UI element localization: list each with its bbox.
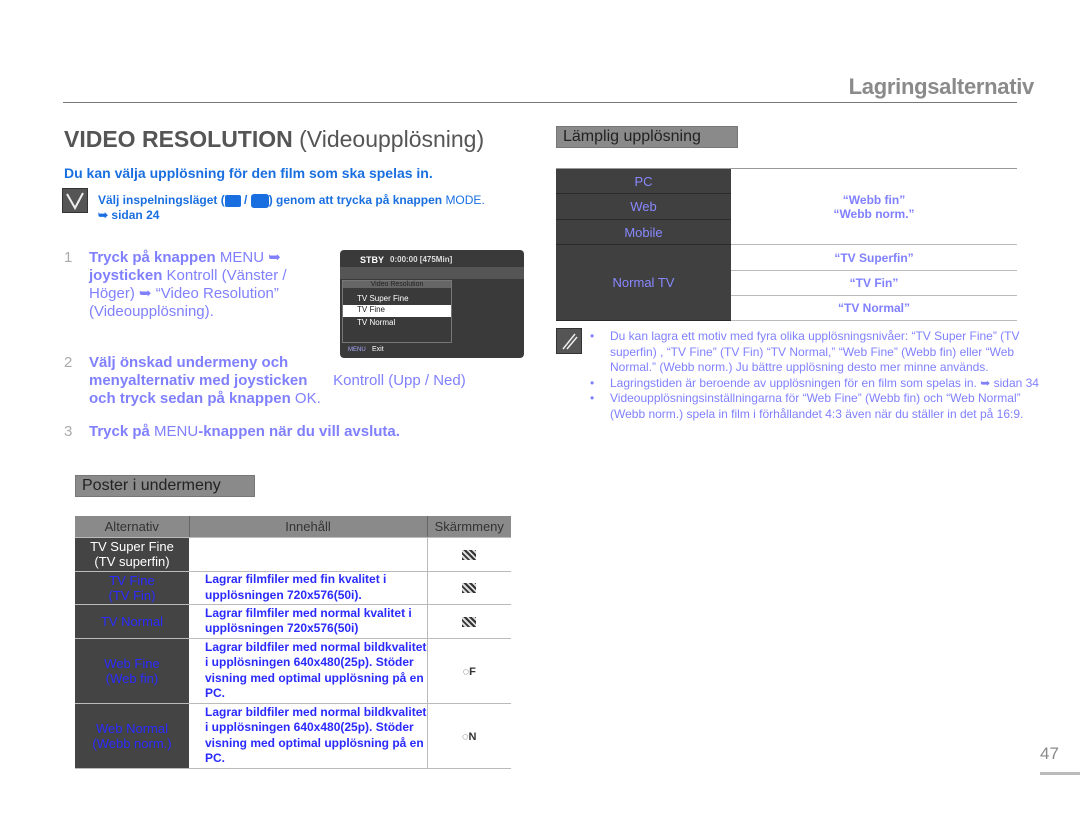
precheck-note: Välj inspelningsläget ( / ) genom att tr… bbox=[98, 193, 485, 223]
setting: “TV Normal” bbox=[731, 295, 1017, 321]
device-mobile: Mobile bbox=[556, 219, 731, 245]
step-text: -knappen när du vill avsluta. bbox=[198, 423, 400, 440]
screen-item-selected: TV Fine bbox=[343, 305, 451, 317]
screen-time: 0:00:00 [475Min] bbox=[390, 255, 453, 264]
screen-exit-label: Exit bbox=[372, 346, 384, 353]
suitable-heading: Lämplig upplösning bbox=[556, 126, 738, 148]
step-num: 2 bbox=[64, 354, 73, 371]
table-row: TV Super Fine (TV superfin) bbox=[75, 537, 511, 572]
intro-text: Du kan välja upplösning för den film som… bbox=[64, 165, 433, 181]
step-3: 3 Tryck på MENU-knappen när du vill avslu… bbox=[64, 423, 494, 441]
note-item: Videoupplösningsinställningarna för “Web… bbox=[590, 391, 1040, 422]
step-text: Tryck på knappen bbox=[89, 249, 220, 266]
col-header: Skärmmeny bbox=[426, 516, 511, 538]
setting: “Webb norm.” bbox=[833, 206, 915, 221]
web-normal-icon: ◌N bbox=[462, 730, 477, 743]
option-content: Lagrar filmfiler med fin kvalitet i uppl… bbox=[189, 571, 427, 605]
screen-menu-title: Video Resolution bbox=[343, 281, 451, 288]
step-text: Kontroll (Upp / Ned) bbox=[329, 372, 466, 389]
checkmark-icon bbox=[62, 188, 88, 213]
step-2: 2 Välj önskad undermeny och menyalternati… bbox=[64, 354, 494, 408]
step-1: 1 Tryck på knappen MENU ➥ joysticken Kontr… bbox=[64, 249, 329, 321]
screen-item: TV Normal bbox=[357, 318, 396, 327]
screen-status: STBY bbox=[360, 255, 385, 265]
screen-item: TV Super Fine bbox=[357, 294, 409, 303]
option-sub: (TV Fin) bbox=[108, 587, 156, 603]
step-text: och tryck sedan på knappen bbox=[89, 390, 295, 407]
col-header: Alternativ bbox=[75, 516, 189, 538]
submenu-table: Alternativ Innehåll Skärmmeny TV Super Fin… bbox=[75, 516, 511, 769]
title-sub: (Videoupplösning) bbox=[299, 126, 485, 152]
option-sub: (Webb norm.) bbox=[92, 735, 172, 751]
device-normal-tv: Normal TV bbox=[556, 244, 731, 321]
video-camera-icon bbox=[224, 194, 241, 207]
notes-list: Du kan lagra ett motiv med fyra olika up… bbox=[590, 329, 1040, 423]
table-row: TV Fine (TV Fin) Lagrar filmfiler med fin … bbox=[75, 571, 511, 605]
title-main: VIDEO RESOLUTION bbox=[64, 126, 293, 152]
step-text: MENU ➥ bbox=[219, 249, 281, 266]
table-row: Web Normal (Webb norm.) Lagrar bildfiler m… bbox=[75, 703, 511, 769]
web-fine-icon: ◌F bbox=[462, 665, 476, 678]
step-num: 1 bbox=[64, 249, 73, 266]
setting: “TV Superfin” bbox=[731, 244, 1017, 271]
device-pc: PC bbox=[556, 168, 731, 194]
tv-normal-icon bbox=[462, 616, 477, 627]
page-ref: ➥ sidan 24 bbox=[98, 208, 160, 222]
option-name: Web Normal bbox=[95, 720, 168, 736]
camera-icon bbox=[250, 193, 269, 208]
submenu-heading: Poster i undermeny bbox=[75, 475, 255, 497]
option-name: Web Fine bbox=[104, 655, 160, 671]
section-header: Lagringsalternativ bbox=[848, 74, 1035, 99]
page-number-underline bbox=[1040, 772, 1080, 775]
web-settings: “Webb fin” “Webb norm.” bbox=[731, 168, 1017, 245]
icon-letter: N bbox=[468, 730, 477, 743]
divider bbox=[63, 102, 1017, 103]
option-content: Lagrar filmfiler med normal kvalitet i u… bbox=[189, 604, 427, 639]
step-text: MENU bbox=[154, 423, 199, 440]
setting: “Webb fin” bbox=[842, 192, 906, 207]
setting: “TV Fin” bbox=[731, 270, 1017, 296]
option-name: TV Normal bbox=[100, 613, 164, 629]
option-content: Lagrar bildfiler med normal bildkvalitet… bbox=[189, 638, 427, 704]
note-item: Du kan lagra ett motiv med fyra olika up… bbox=[590, 329, 1040, 376]
suitable-table: PC “Webb fin” “Webb norm.” Web Mobile Norm… bbox=[556, 168, 1017, 321]
step-text: joysticken bbox=[89, 267, 163, 284]
screen-tabbar bbox=[340, 267, 524, 279]
option-content: Lagrar bildfiler med normal bildkvalitet… bbox=[189, 703, 427, 769]
note-pencil-icon bbox=[556, 328, 582, 354]
step-text: Tryck på bbox=[89, 423, 155, 440]
screen-menu: Video Resolution TV Super Fine TV Fine T… bbox=[342, 280, 452, 343]
col-header: Innehåll bbox=[188, 516, 427, 538]
camera-screen-illustration: STBY 0:00:00 [475Min] Video Resolution T… bbox=[340, 250, 524, 358]
option-sub: (Web fin) bbox=[105, 670, 159, 686]
step-text: OK. bbox=[294, 390, 321, 407]
tv-fine-icon bbox=[462, 583, 477, 594]
option-name: TV Fine bbox=[109, 572, 155, 588]
note-item: Lagringstiden är beroende av upplösninge… bbox=[590, 376, 1040, 392]
option-content bbox=[189, 537, 427, 572]
step-num: 3 bbox=[64, 423, 73, 440]
page-title: VIDEO RESOLUTION (Videoupplösning) bbox=[64, 126, 484, 153]
tv-super-fine-icon bbox=[462, 549, 477, 560]
precheck-text: Välj inspelningsläget ( bbox=[98, 193, 225, 207]
table-row: TV Normal Lagrar filmfiler med normal kva… bbox=[75, 604, 511, 639]
mode-label: MODE. bbox=[445, 193, 485, 207]
device-web: Web bbox=[556, 193, 731, 220]
precheck-text-2: ) genom att trycka på knappen bbox=[268, 193, 446, 207]
table-header: Alternativ Innehåll Skärmmeny bbox=[75, 516, 511, 538]
screen-menu-label: MENU bbox=[348, 347, 366, 353]
slash: / bbox=[240, 193, 251, 207]
option-sub: (TV superfin) bbox=[94, 554, 170, 569]
option-name: TV Super Fine bbox=[90, 539, 174, 554]
icon-letter: F bbox=[469, 665, 476, 678]
page-number: 47 bbox=[1040, 744, 1059, 763]
table-row: Web Fine (Web fin) Lagrar bildfiler med no… bbox=[75, 638, 511, 704]
step-text: Välj önskad undermeny och menyalternativ… bbox=[89, 354, 308, 389]
